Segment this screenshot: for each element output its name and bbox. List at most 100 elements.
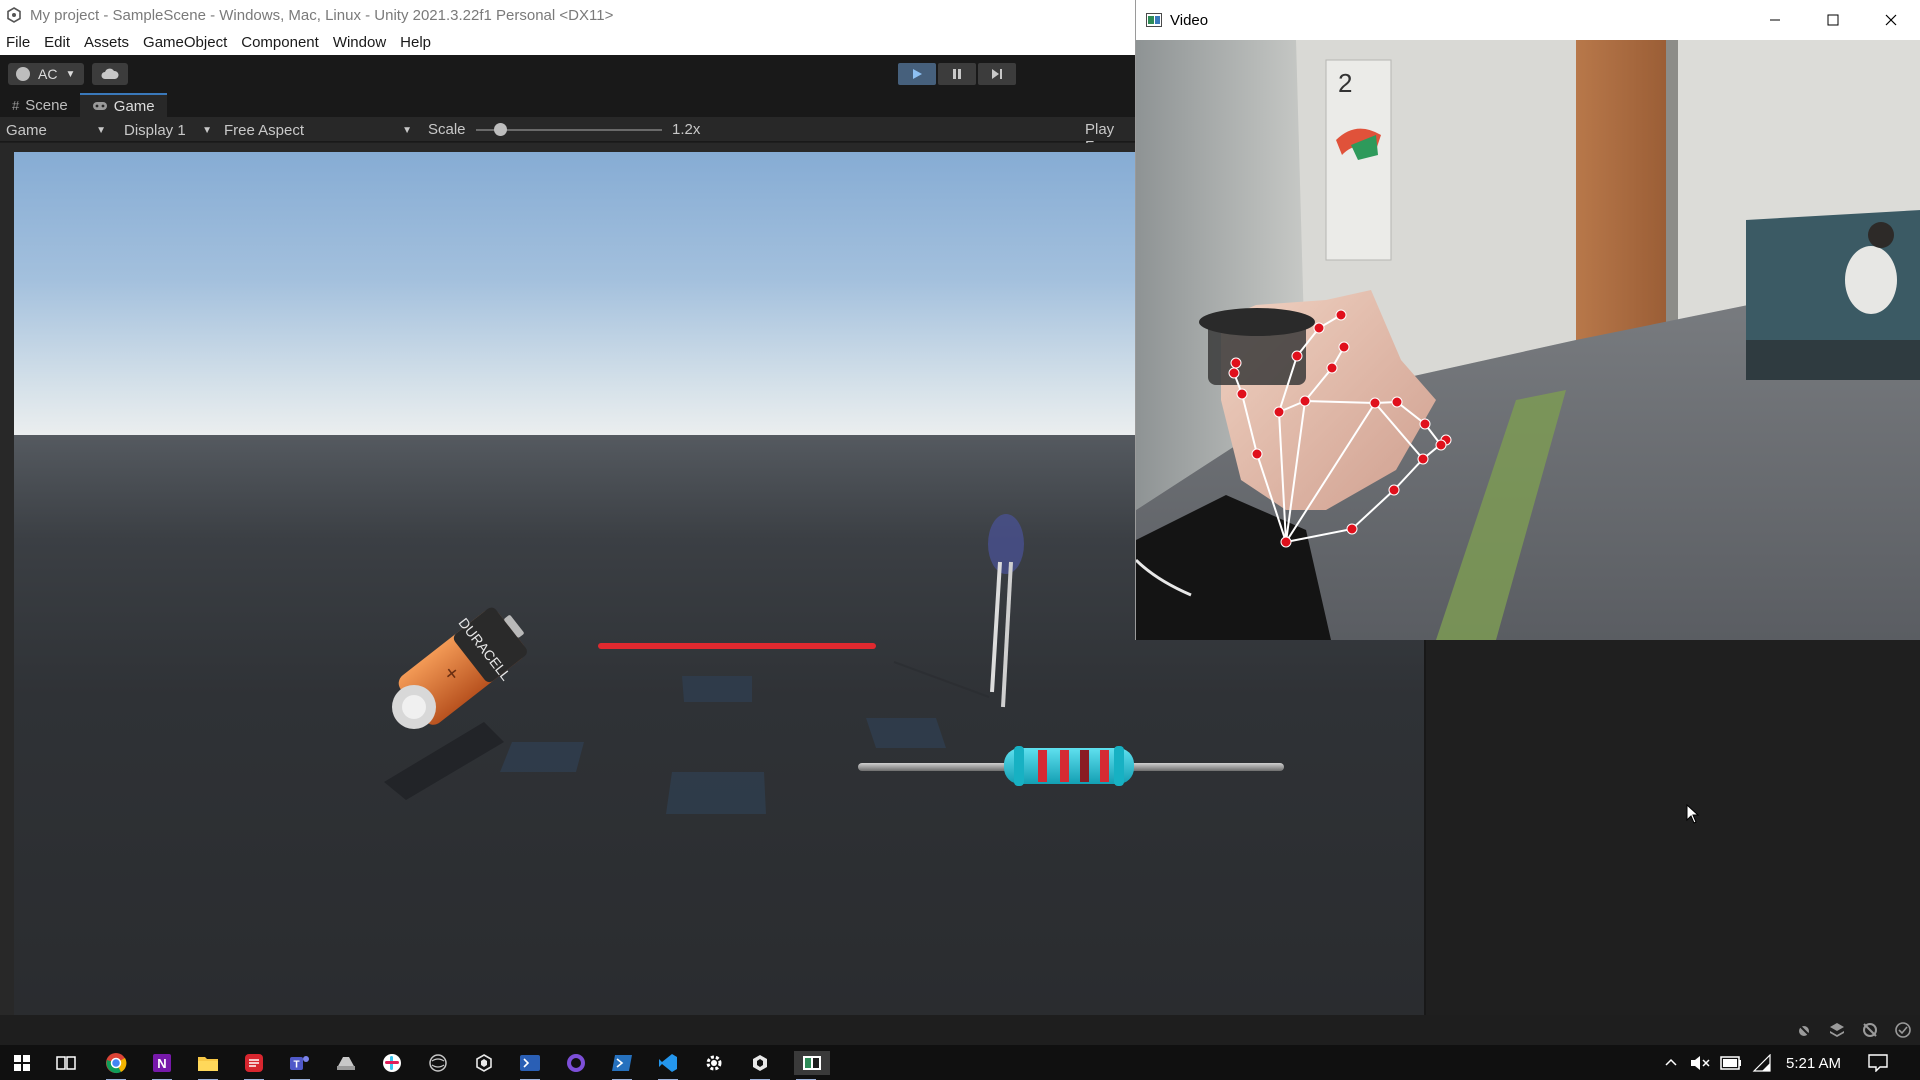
layers-icon[interactable] [1828,1021,1846,1039]
unity-editor-icon[interactable] [748,1051,772,1080]
slack-icon[interactable] [380,1051,404,1075]
file-explorer-icon[interactable] [196,1051,220,1080]
powershell-icon[interactable] [610,1051,634,1080]
check-circle-icon[interactable] [1894,1021,1912,1039]
battery-shadow [384,722,504,800]
window-title: My project - SampleScene - Windows, Mac,… [30,6,614,24]
game-mode-dropdown[interactable]: Game ▼ [0,120,112,140]
connection-pad [682,676,752,702]
drive-icon[interactable] [334,1051,358,1075]
wifi-icon[interactable] [1752,1054,1772,1072]
window-controls [1746,0,1920,40]
scale-slider-thumb[interactable] [494,123,507,136]
github-icon[interactable] [564,1051,588,1075]
scale-value: 1.2x [672,121,701,138]
webcam-video-frame: 2 [1136,40,1920,640]
menu-edit[interactable]: Edit [44,34,70,51]
windows-start-icon[interactable] [10,1051,34,1075]
game-mode-label: Game [6,121,47,139]
tab-scene-label: Scene [25,96,68,114]
display-label: Display 1 [124,121,186,139]
minimize-icon [1770,19,1780,21]
unity-status-bar [0,1015,1920,1045]
account-icon [16,67,30,81]
battery-terminal-cap [402,695,426,719]
cloud-icon [101,68,119,79]
connection-pad [500,742,584,772]
aspect-dropdown[interactable]: Free Aspect ▼ [218,120,418,140]
unity-toolbar: AC ▼ [0,55,1135,93]
cloud-button[interactable] [92,63,128,85]
video-window[interactable]: Video 2 [1135,0,1920,640]
video-window-title: Video [1170,11,1209,29]
tab-game-label: Game [113,97,155,115]
tab-scene[interactable]: # Scene [0,93,80,117]
pause-button[interactable] [938,63,976,85]
chrome-icon[interactable] [104,1051,128,1080]
game-view-toolbar: Game ▼ Display 1 ▼ Free Aspect ▼ Scale 1… [0,117,1135,155]
battery-icon[interactable] [1720,1056,1742,1070]
volume-muted-icon[interactable] [1690,1055,1710,1071]
menu-assets[interactable]: Assets [84,34,129,51]
teams-icon[interactable]: T [288,1051,312,1080]
unity-icon[interactable] [472,1051,496,1075]
clock[interactable]: 5:21 AM [1786,1055,1841,1072]
close-icon [1885,14,1897,26]
terminal-icon[interactable] [518,1051,542,1080]
video-window-taskbar-icon[interactable] [794,1051,830,1080]
play-button[interactable] [898,63,936,85]
close-button[interactable] [1862,0,1920,40]
red-wire[interactable] [598,643,876,649]
menu-file[interactable]: File [6,34,30,51]
menu-window[interactable]: Window [333,34,386,51]
task-view-icon[interactable] [54,1051,78,1075]
maximize-button[interactable] [1804,0,1862,40]
svg-text:2: 2 [1338,68,1352,98]
menu-component[interactable]: Component [241,34,319,51]
display-dropdown[interactable]: Display 1 ▼ [118,120,218,140]
windows-taskbar: N T 5:21 AM [0,1045,1920,1080]
scale-label: Scale [428,121,466,138]
debug-icon[interactable] [1795,1021,1813,1039]
unity-hub-icon[interactable] [426,1051,450,1075]
notification-icon[interactable] [1868,1054,1888,1072]
playback-controls [898,63,1018,85]
svg-text:T: T [293,1060,299,1071]
unity-logo-icon [7,7,21,23]
maximize-icon [1827,14,1839,26]
connection-pad [666,772,766,814]
account-button[interactable]: AC ▼ [8,63,84,85]
video-title-bar[interactable]: Video [1136,0,1920,40]
menu-gameobject[interactable]: GameObject [143,34,227,51]
account-label: AC [38,66,58,82]
unity-title-bar: My project - SampleScene - Windows, Mac,… [0,0,1135,30]
red-app-icon[interactable] [242,1051,266,1080]
onenote-icon[interactable]: N [150,1051,174,1080]
empty-panel [1424,640,1920,1015]
aspect-label: Free Aspect [224,121,305,139]
gamepad-icon [92,102,107,110]
mouse-cursor-icon [1686,804,1700,824]
chevron-down-icon: ▼ [96,124,106,136]
webcam-scene: 2 [1136,40,1920,640]
chevron-up-icon[interactable] [1664,1056,1678,1070]
play-icon [913,69,922,79]
lighting-icon[interactable] [1861,1021,1879,1039]
resistor[interactable] [858,746,1284,786]
tab-game[interactable]: Game [79,93,167,117]
pause-icon [953,69,961,79]
chevron-down-icon: ▼ [65,68,76,80]
vscode-icon[interactable] [656,1051,680,1080]
menu-bar: File Edit Assets GameObject Component Wi… [0,30,1135,55]
minimize-button[interactable] [1746,0,1804,40]
menu-help[interactable]: Help [400,34,431,51]
view-tabs: # Scene Game [0,93,1135,117]
video-window-icon [1146,13,1162,27]
connection-pad [866,718,946,748]
chevron-down-icon: ▼ [402,124,412,136]
settings-icon[interactable] [702,1051,726,1075]
grid-icon: # [12,97,20,113]
status-icons [1780,1021,1912,1039]
led[interactable] [893,514,1024,708]
step-button[interactable] [978,63,1016,85]
